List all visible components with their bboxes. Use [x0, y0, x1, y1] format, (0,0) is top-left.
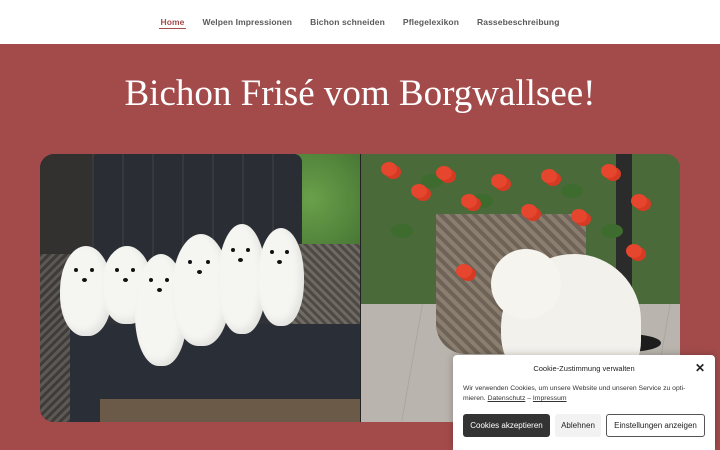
close-icon[interactable]: ✕	[694, 362, 706, 374]
geranium-flower	[521, 204, 537, 218]
cookie-banner-text: Wir verwenden Cookies, um unsere Website…	[463, 384, 703, 404]
geranium-flower	[411, 184, 427, 198]
geranium-flower	[381, 162, 397, 176]
geranium-flower	[571, 209, 587, 223]
nav-link-welpen-impressionen[interactable]: Welpen Impressionen	[203, 17, 293, 27]
puppy	[258, 228, 304, 326]
cookie-settings-button[interactable]: Einstellungen anzeigen	[606, 414, 705, 437]
leaf	[391, 224, 413, 238]
nav-menu: Home Welpen Impressionen Bichon schneide…	[0, 0, 720, 44]
geranium-flower	[541, 169, 557, 183]
geranium-flower	[626, 244, 642, 258]
geranium-flower	[456, 264, 472, 278]
nav-link-bichon-schneiden[interactable]: Bichon schneiden	[310, 17, 385, 27]
imprint-link[interactable]: Impressum	[533, 395, 567, 402]
geranium-flower	[601, 164, 617, 178]
bichon-dog-head	[491, 249, 561, 319]
cookie-consent-banner: Cookie-Zustimmung verwalten ✕ Wir verwen…	[453, 355, 715, 450]
accept-cookies-button[interactable]: Cookies akzeptieren	[463, 414, 550, 437]
geranium-flower	[436, 166, 452, 180]
privacy-link[interactable]: Datenschutz	[488, 395, 526, 402]
link-separator: –	[527, 395, 532, 402]
geranium-flower	[461, 194, 477, 208]
top-navigation: Home Welpen Impressionen Bichon schneide…	[0, 0, 720, 44]
nav-item-welpen-impressionen[interactable]: Welpen Impressionen	[194, 0, 302, 44]
geranium-flower	[491, 174, 507, 188]
cookie-banner-title: Cookie-Zustimmung verwalten	[533, 364, 635, 373]
nav-link-rassebeschreibung[interactable]: Rassebeschreibung	[477, 17, 559, 27]
nav-link-pflegelexikon[interactable]: Pflegelexikon	[403, 17, 459, 27]
leaf	[561, 184, 583, 198]
cushion-edge	[100, 399, 360, 422]
nav-link-home[interactable]: Home	[160, 17, 184, 27]
leaf	[601, 224, 623, 238]
page-title: Bichon Frisé vom Borgwallsee!	[124, 73, 596, 114]
nav-item-bichon-schneiden[interactable]: Bichon schneiden	[301, 0, 394, 44]
nav-item-pflegelexikon[interactable]: Pflegelexikon	[394, 0, 468, 44]
nav-item-home[interactable]: Home	[151, 0, 193, 44]
nav-item-rassebeschreibung[interactable]: Rassebeschreibung	[468, 0, 568, 44]
geranium-flower	[631, 194, 647, 208]
puppies-on-chair-photo	[40, 154, 360, 422]
deny-cookies-button[interactable]: Ablehnen	[555, 414, 601, 437]
